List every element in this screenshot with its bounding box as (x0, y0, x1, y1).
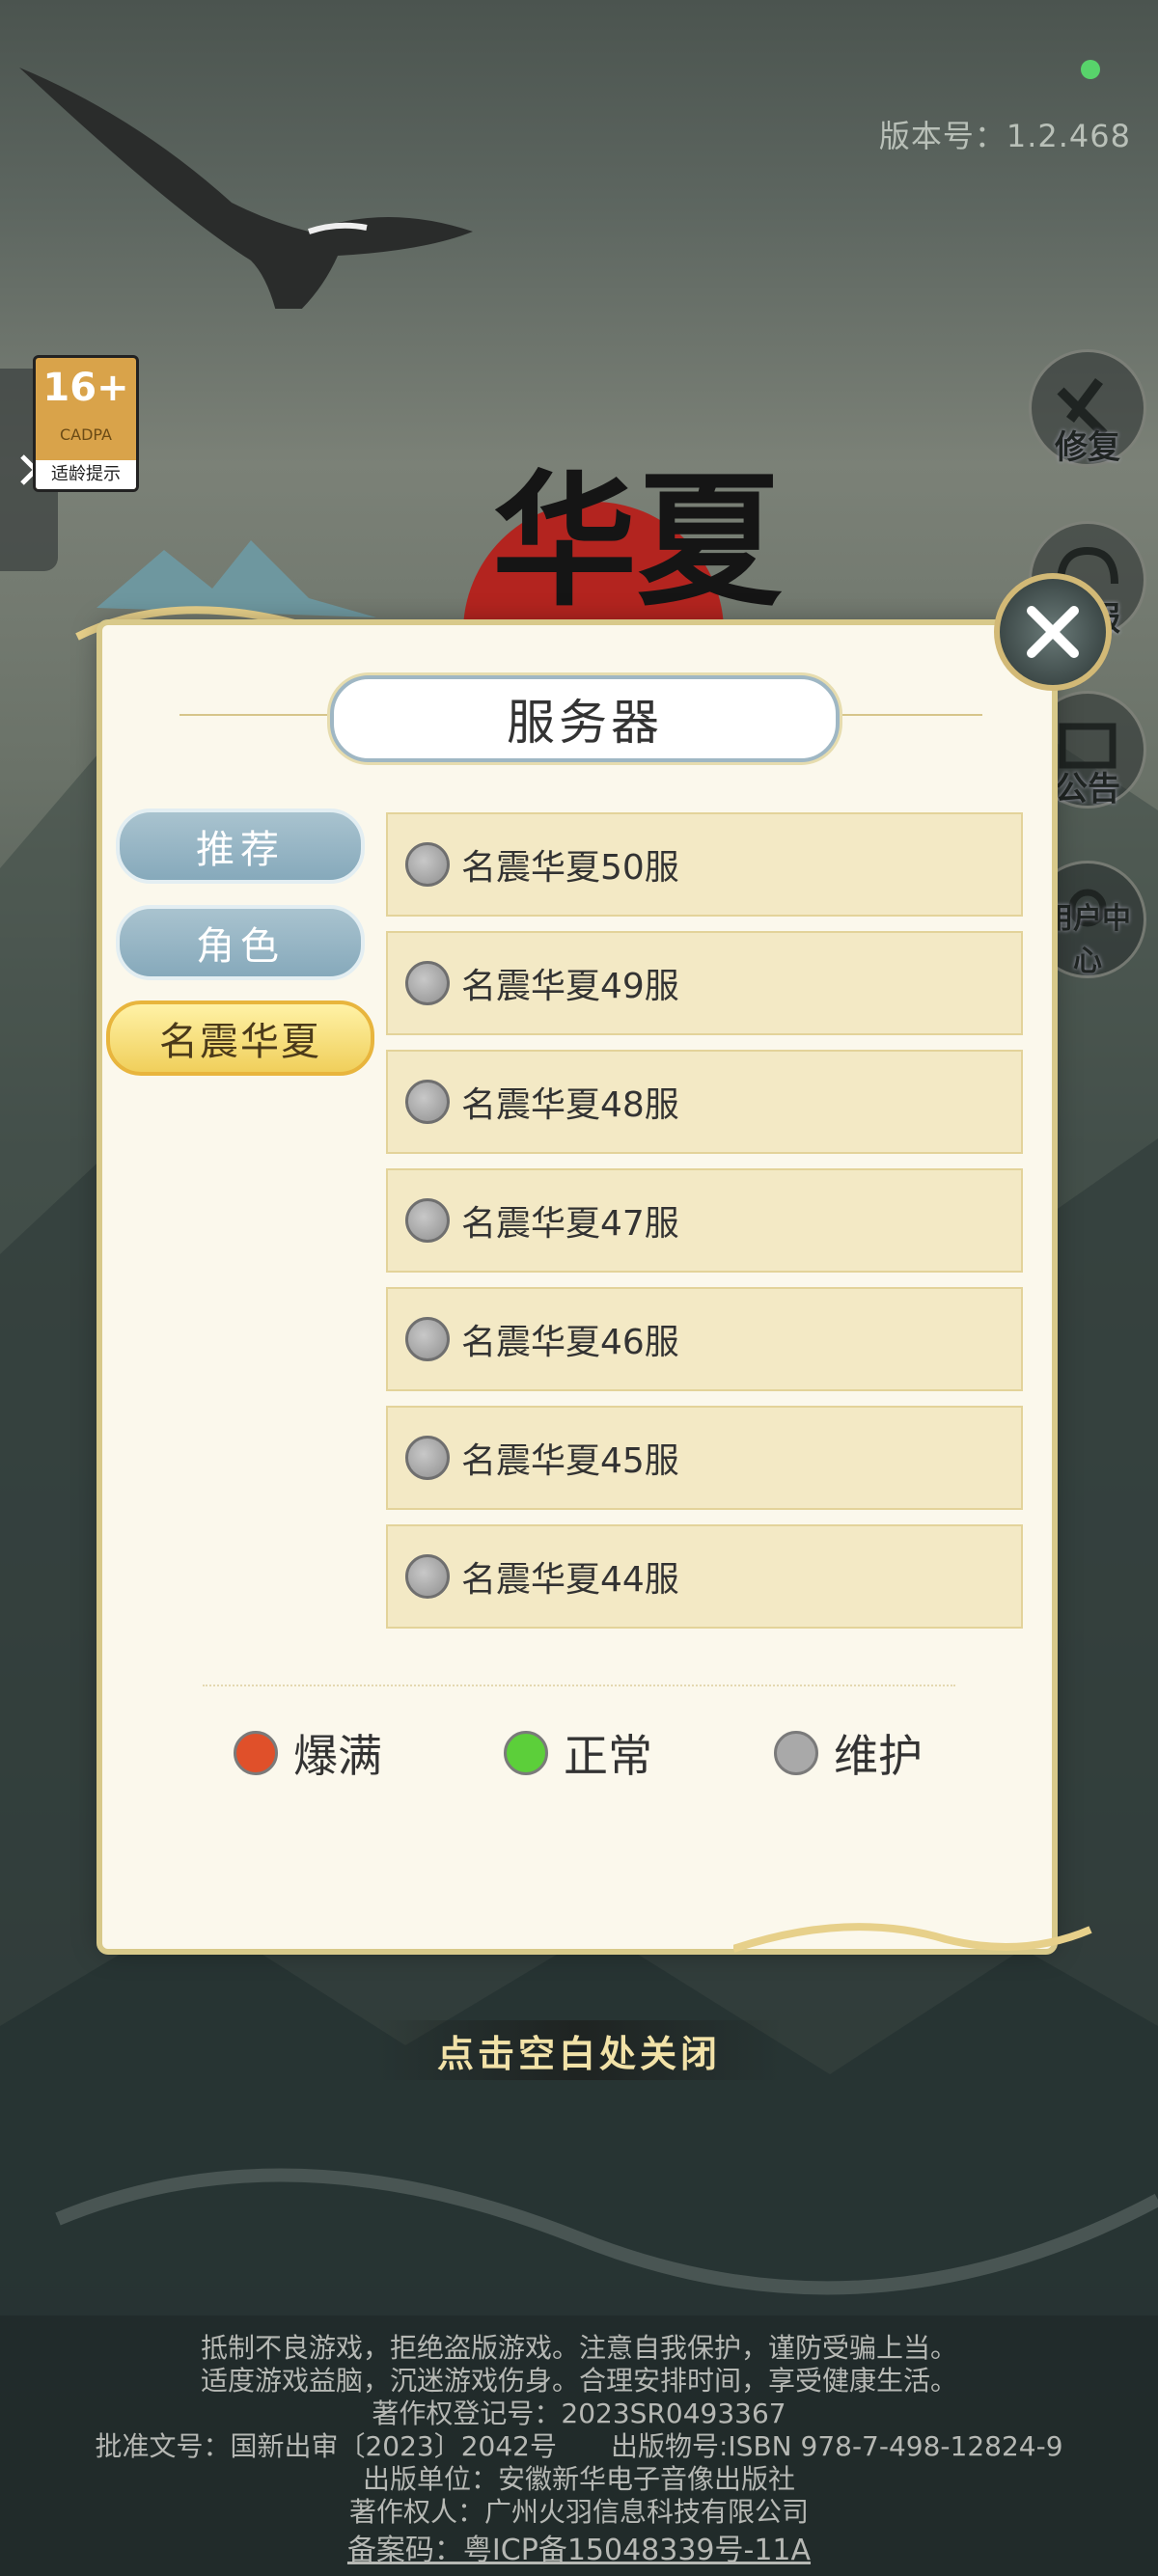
title-divider-right (818, 714, 982, 716)
dialog-title: 服务器 (507, 695, 663, 751)
footer-line: 著作权人：广州火羽信息科技有限公司 (348, 2496, 809, 2528)
legend-maintenance-label: 维护 (834, 1730, 923, 1782)
legend-maintenance-dot (774, 1731, 818, 1775)
age-rating-tip: 适龄提示 (36, 460, 136, 489)
server-name: 名震华夏46服 (461, 1323, 679, 1362)
tap-to-close-hint[interactable]: 点击空白处关闭 (376, 2020, 782, 2080)
server-item[interactable]: 名震华夏46服 (386, 1287, 1023, 1391)
server-status-dot (405, 1198, 450, 1243)
server-status-dot (405, 842, 450, 887)
close-icon (1027, 606, 1079, 658)
legend-normal-dot (504, 1731, 548, 1775)
server-item[interactable]: 名震华夏50服 (386, 812, 1023, 917)
version-label: 版本号：1.2.468 (878, 118, 1131, 154)
server-item[interactable]: 名震华夏44服 (386, 1524, 1023, 1629)
legend-divider (203, 1685, 955, 1686)
tab-roles[interactable]: 角色 (116, 905, 365, 980)
server-status-dot (405, 961, 450, 1005)
repair-button[interactable]: 修复 (1029, 349, 1146, 467)
server-name: 名震华夏44服 (461, 1560, 679, 1600)
eagle-illustration (19, 68, 473, 309)
server-item[interactable]: 名震华夏48服 (386, 1050, 1023, 1154)
server-status-dot (405, 1436, 450, 1480)
tab-recommended[interactable]: 推荐 (116, 808, 365, 884)
server-item[interactable]: 名震华夏47服 (386, 1168, 1023, 1273)
legal-footer: 抵制不良游戏，拒绝盗版游戏。注意自我保护，谨防受骗上当。 适度游戏益脑，沉迷游戏… (0, 2316, 1158, 2576)
dialog-title-banner: 服务器 (330, 675, 840, 762)
tab-mingzhen-huaxia[interactable]: 名震华夏 (106, 1000, 374, 1076)
repair-label: 修复 (1055, 428, 1120, 467)
dialog-bottom-decoration (733, 1923, 1092, 1953)
icp-link[interactable]: 备案码：粤ICP备15048339号-11A (0, 2526, 1158, 2568)
age-rating-number: 16+ (42, 366, 129, 410)
legend-maintenance: 维护 (774, 1721, 923, 1785)
server-status-dot (405, 1554, 450, 1599)
server-name: 名震华夏50服 (461, 848, 679, 888)
server-name: 名震华夏45服 (461, 1441, 679, 1481)
server-item[interactable]: 名震华夏45服 (386, 1406, 1023, 1510)
title-divider-left (179, 714, 344, 716)
server-name: 名震华夏49服 (461, 967, 679, 1006)
status-online-dot (1081, 60, 1100, 79)
server-status-dot (405, 1317, 450, 1361)
server-name: 名震华夏47服 (461, 1204, 679, 1244)
server-name: 名震华夏48服 (461, 1085, 679, 1125)
legend-full-dot (234, 1731, 278, 1775)
legend-full-label: 爆满 (293, 1730, 382, 1782)
legend-full: 爆满 (234, 1721, 382, 1785)
server-item[interactable]: 名震华夏49服 (386, 931, 1023, 1035)
legend-normal: 正常 (504, 1721, 652, 1785)
close-button[interactable] (994, 573, 1112, 691)
age-rating-badge[interactable]: 16+ CADPA 适龄提示 (33, 355, 139, 492)
legend-normal-label: 正常 (564, 1730, 652, 1782)
server-status-dot (405, 1080, 450, 1124)
age-rating-org: CADPA (59, 425, 112, 444)
